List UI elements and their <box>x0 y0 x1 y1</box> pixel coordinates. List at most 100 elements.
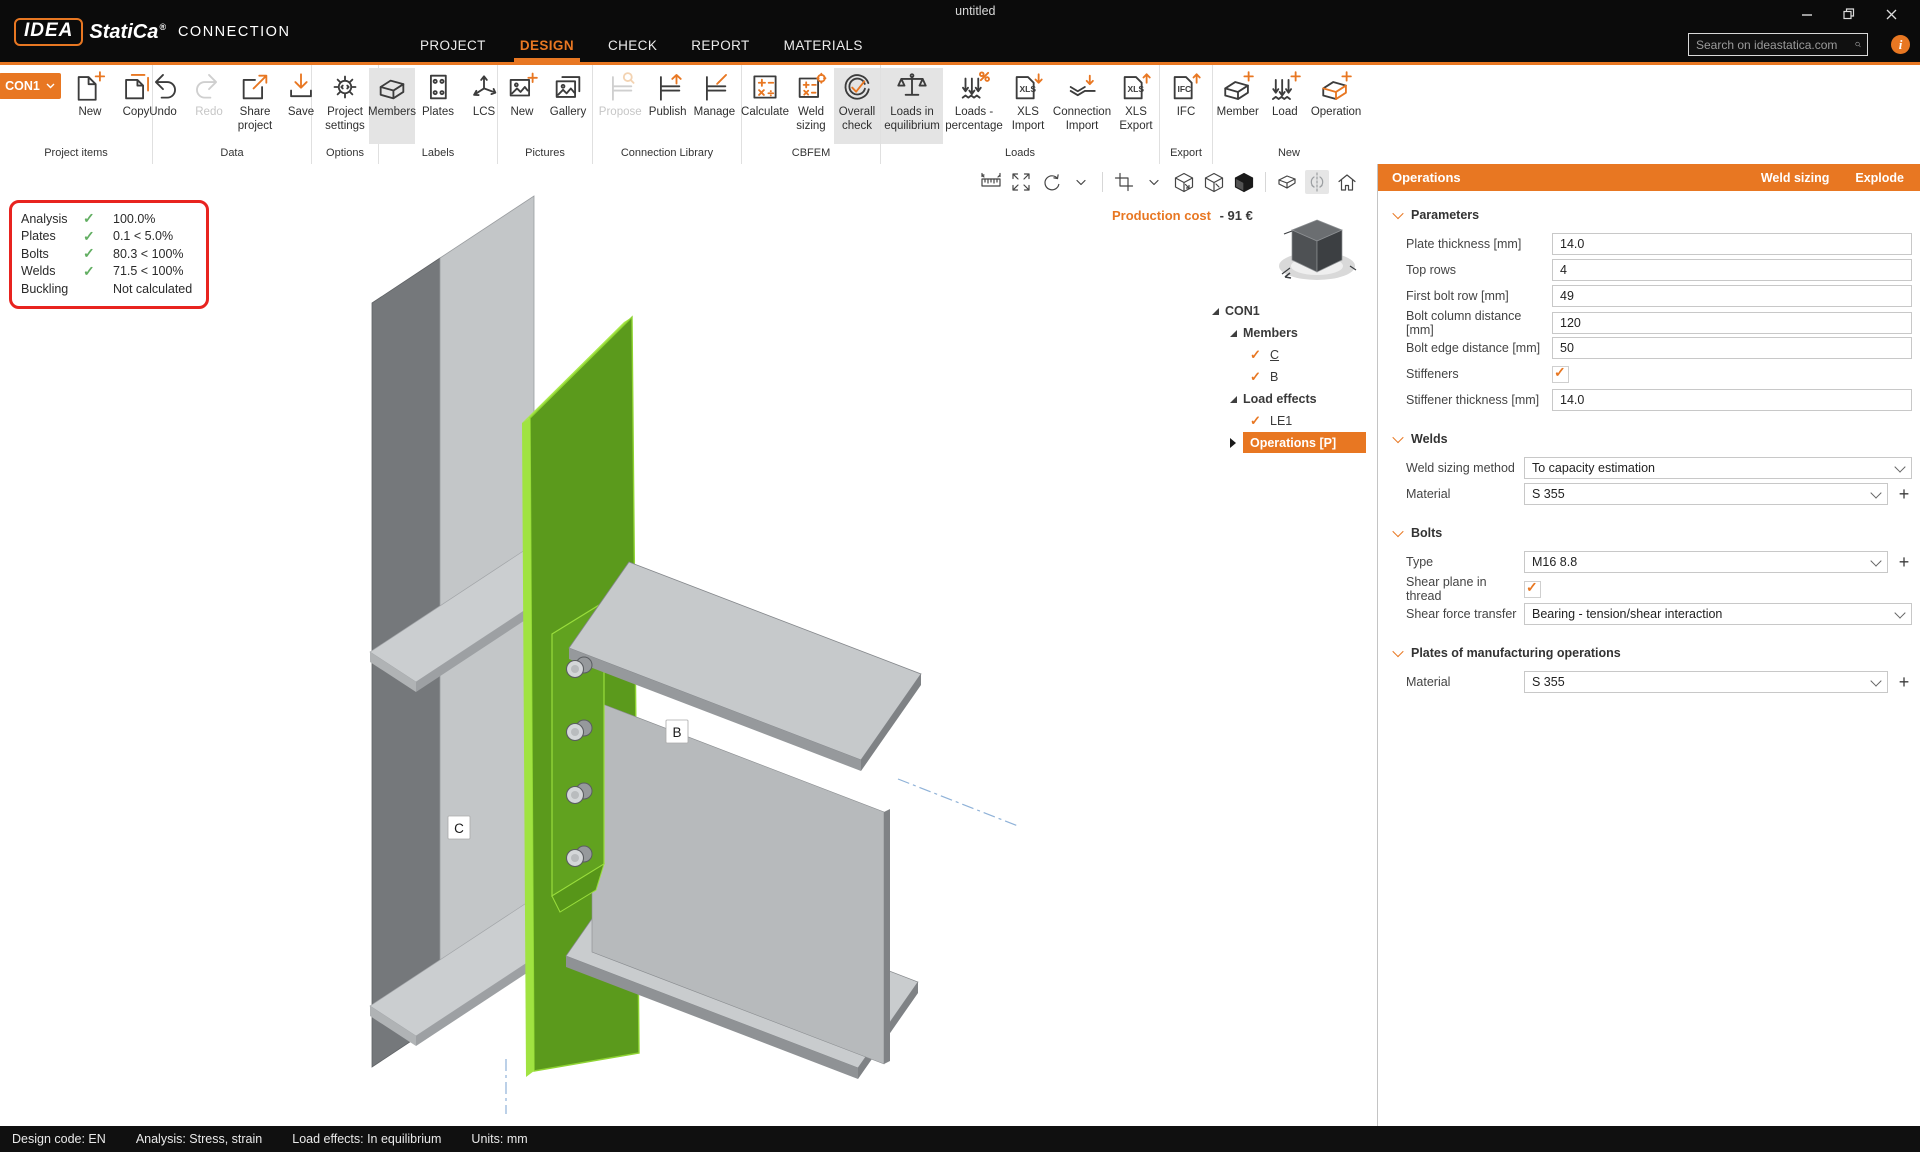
new-operation-button[interactable]: Operation <box>1308 68 1365 144</box>
redo-button[interactable]: Redo <box>186 68 232 144</box>
clip-wedge-icon <box>1278 175 1296 189</box>
measure-button[interactable] <box>979 170 1003 194</box>
stiffeners-checkbox[interactable]: ✓ <box>1552 364 1569 383</box>
tree-node-member-b[interactable]: ✓ B <box>1206 366 1366 388</box>
mirror-view-button[interactable] <box>1305 170 1329 194</box>
new-project-item-button[interactable]: New <box>67 68 113 144</box>
con1-dropdown[interactable]: CON1 <box>0 73 61 99</box>
bolt-column-distance-input[interactable]: 120 <box>1552 312 1912 334</box>
shear-force-transfer-select[interactable]: Bearing - tension/shear interaction <box>1524 603 1912 625</box>
xls-export-button[interactable]: XLS XLS Export <box>1113 68 1159 144</box>
home-view-button[interactable] <box>1335 170 1359 194</box>
undo-button[interactable]: Undo <box>140 68 186 144</box>
tab-materials[interactable]: MATERIALS <box>784 28 863 62</box>
crop-options-dropdown[interactable] <box>1142 170 1166 194</box>
checked-icon[interactable]: ✓ <box>1250 369 1270 385</box>
close-button[interactable] <box>1870 2 1912 26</box>
svg-text:XLS: XLS <box>1020 84 1037 94</box>
mirror-icon <box>1310 172 1324 192</box>
tree-node-member-c[interactable]: ✓ C <box>1206 344 1366 366</box>
section-collapse-icon[interactable] <box>1392 431 1404 444</box>
expander-open-icon[interactable] <box>1212 307 1219 315</box>
checked-icon[interactable]: ✓ <box>1250 347 1270 363</box>
plate-thickness-input[interactable]: 14.0 <box>1552 233 1912 255</box>
beam-web-end <box>884 809 890 1064</box>
info-button[interactable]: i <box>1891 35 1910 54</box>
weld-material-select[interactable]: S 355 <box>1524 483 1888 505</box>
tab-report[interactable]: REPORT <box>691 28 749 62</box>
expander-open-icon[interactable] <box>1230 395 1237 403</box>
view-cube[interactable] <box>1272 214 1362 292</box>
section-collapse-icon[interactable] <box>1392 645 1404 658</box>
plates-ops-material-select[interactable]: S 355 <box>1524 671 1888 693</box>
search-box[interactable] <box>1688 33 1868 56</box>
check-pass-icon: ✓ <box>83 262 95 279</box>
shaded-view-button[interactable] <box>1202 170 1226 194</box>
xls-import-button[interactable]: XLS XLS Import <box>1005 68 1051 144</box>
checked-icon[interactable]: ✓ <box>1250 413 1270 429</box>
restore-button[interactable] <box>1828 2 1870 26</box>
viewport-toolbar <box>979 170 1359 194</box>
manage-button[interactable]: Manage <box>691 68 739 144</box>
weld-sizing-method-select[interactable]: To capacity estimation <box>1524 457 1912 479</box>
tree-node-operations[interactable]: Operations [P] <box>1206 432 1366 454</box>
loads-in-equilibrium-toggle[interactable]: Loads in equilibrium <box>881 68 943 144</box>
shear-plane-checkbox[interactable]: ✓ <box>1524 579 1541 598</box>
minimize-button[interactable] <box>1786 2 1828 26</box>
tab-project[interactable]: PROJECT <box>420 28 486 62</box>
operation-new-icon <box>1322 71 1352 100</box>
gallery-button[interactable]: Gallery <box>545 68 591 144</box>
new-load-button[interactable]: Load <box>1262 68 1308 144</box>
tab-check[interactable]: CHECK <box>608 28 657 62</box>
3d-model-scene[interactable]: C B <box>0 164 1377 1126</box>
section-collapse-icon[interactable] <box>1392 207 1404 220</box>
tree-node-le1[interactable]: ✓ LE1 <box>1206 410 1366 432</box>
section-bolts[interactable]: Bolts <box>1392 523 1912 543</box>
tab-design[interactable]: DESIGN <box>513 28 581 62</box>
add-weld-material-button[interactable]: + <box>1896 485 1912 503</box>
expander-closed-icon[interactable] <box>1230 438 1236 448</box>
first-bolt-row-input[interactable]: 49 <box>1552 285 1912 307</box>
bolt-edge-distance-input[interactable]: 50 <box>1552 337 1912 359</box>
section-plates-ops[interactable]: Plates of manufacturing operations <box>1392 643 1912 663</box>
stiffener-thickness-input[interactable]: 14.0 <box>1552 389 1912 411</box>
publish-button[interactable]: Publish <box>645 68 691 144</box>
wireframe-view-button[interactable] <box>1172 170 1196 194</box>
new-picture-button[interactable]: New <box>499 68 545 144</box>
members-labels-toggle[interactable]: Members <box>368 68 416 144</box>
3d-viewport[interactable]: C B Production cost - 91 € Analysis ✓ 10… <box>0 164 1378 1126</box>
propose-button[interactable]: Propose <box>596 68 645 144</box>
explode-action-button[interactable]: Explode <box>1855 171 1904 185</box>
section-crop-button[interactable] <box>1112 170 1136 194</box>
connection-import-button[interactable]: Connection Import <box>1051 68 1113 144</box>
bolt-type-select[interactable]: M16 8.8 <box>1524 551 1888 573</box>
overall-check-button[interactable]: Overall check <box>834 68 880 144</box>
ifc-export-button[interactable]: IFC IFC <box>1163 68 1209 144</box>
section-welds[interactable]: Welds <box>1392 429 1912 449</box>
weld-sizing-button[interactable]: Weld sizing <box>788 68 834 144</box>
clip-view-button[interactable] <box>1275 170 1299 194</box>
rotate-view-button[interactable] <box>1039 170 1063 194</box>
add-bolt-type-button[interactable]: + <box>1896 553 1912 571</box>
new-member-button[interactable]: Member <box>1214 68 1262 144</box>
add-plates-material-button[interactable]: + <box>1896 673 1912 691</box>
operations-selected-item[interactable]: Operations [P] <box>1243 432 1366 453</box>
plates-labels-toggle[interactable]: Plates <box>415 68 461 144</box>
tree-node-load-effects[interactable]: Load effects <box>1206 388 1366 410</box>
loads-percentage-button[interactable]: Loads - percentage <box>943 68 1005 144</box>
zoom-fit-button[interactable] <box>1009 170 1033 194</box>
top-rows-input[interactable]: 4 <box>1552 259 1912 281</box>
calculate-button[interactable]: Calculate <box>741 68 789 144</box>
section-collapse-icon[interactable] <box>1392 525 1404 538</box>
tree-node-con1[interactable]: CON1 <box>1206 300 1366 322</box>
home-icon <box>1338 174 1356 191</box>
weld-sizing-action-button[interactable]: Weld sizing <box>1761 171 1830 185</box>
expander-open-icon[interactable] <box>1230 329 1237 337</box>
share-project-button[interactable]: Share project <box>232 68 278 144</box>
solid-view-button[interactable] <box>1232 170 1256 194</box>
weld-sizing-icon <box>798 72 827 98</box>
tree-node-members[interactable]: Members <box>1206 322 1366 344</box>
section-parameters[interactable]: Parameters <box>1392 205 1912 225</box>
rotate-options-dropdown[interactable] <box>1069 170 1093 194</box>
search-input[interactable] <box>1689 37 1855 52</box>
